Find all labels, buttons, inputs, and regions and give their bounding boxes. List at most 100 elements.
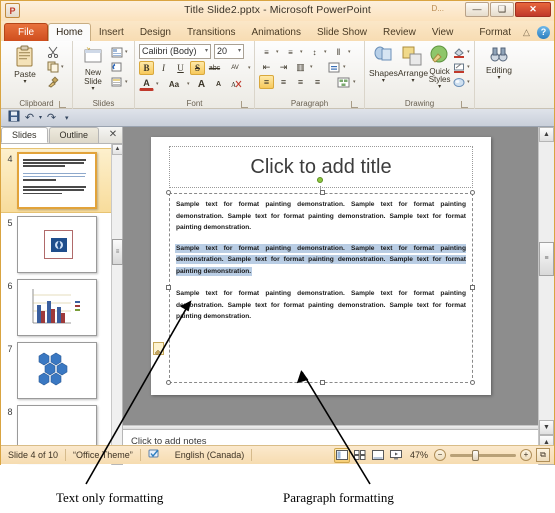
resize-handle-bottom-center[interactable]	[320, 380, 325, 385]
fit-to-window-button[interactable]: ⧉	[536, 448, 550, 462]
scroll-thumb[interactable]: ≡	[539, 242, 554, 276]
line-spacing-caret-icon[interactable]: ▾	[324, 49, 329, 55]
slide-pane-scrollbar[interactable]: ▲ ≡ ▼	[111, 144, 123, 465]
resize-handle-top-left[interactable]	[166, 190, 171, 195]
copy-button[interactable]	[45, 60, 60, 74]
slide-thumbnail-4[interactable]: 4	[1, 148, 122, 213]
theme-name[interactable]: “Office Theme”	[66, 448, 140, 463]
reset-button[interactable]	[109, 60, 124, 74]
slide-pane-scroll-up-button[interactable]: ▲	[112, 144, 123, 155]
paragraph-dialog-launcher[interactable]	[351, 101, 358, 108]
font-dialog-launcher[interactable]	[241, 101, 248, 108]
resize-handle-middle-left[interactable]	[166, 285, 171, 290]
quick-styles-caret-icon[interactable]: ▾	[438, 84, 441, 90]
slide-thumbnail-7[interactable]: 7	[1, 342, 122, 399]
tab-animations[interactable]: Animations	[244, 23, 309, 41]
strikethrough-button[interactable]: abc	[207, 61, 222, 75]
view-button-slide-show[interactable]	[388, 448, 404, 463]
tab-file[interactable]: File	[4, 23, 49, 41]
body-placeholder[interactable]: Sample text for format painting demonstr…	[169, 193, 473, 383]
tab-slide-show[interactable]: Slide Show	[309, 23, 375, 41]
numbering-caret-icon[interactable]: ▾	[300, 49, 305, 55]
paragraph-3[interactable]: Sample text for format painting demonstr…	[176, 288, 466, 323]
language-indicator[interactable]: English (Canada)	[168, 448, 252, 463]
slide-pane-scroll-thumb[interactable]: ≡	[112, 239, 123, 265]
shapes-caret-icon[interactable]: ▾	[382, 78, 385, 84]
minimize-button[interactable]: —	[465, 2, 489, 17]
bold-button[interactable]: B	[139, 61, 154, 75]
shapes-button[interactable]: Shapes ▾	[369, 43, 398, 84]
convert-to-smartart-button[interactable]	[336, 75, 351, 89]
text-direction-caret-icon[interactable]: ▾	[348, 49, 353, 55]
character-spacing-button[interactable]: AV	[224, 61, 246, 75]
smartart-caret-icon[interactable]: ▾	[353, 79, 358, 85]
cut-button[interactable]	[45, 45, 60, 59]
zoom-slider-knob[interactable]	[472, 449, 479, 461]
layout-button[interactable]	[109, 45, 124, 59]
spellcheck-status-icon[interactable]	[141, 448, 168, 463]
zoom-level-label[interactable]: 47%	[408, 448, 430, 463]
change-case-caret-icon[interactable]: ▾	[187, 81, 192, 87]
pane-tab-outline[interactable]: Outline	[48, 127, 100, 143]
undo-icon[interactable]: ↶	[23, 111, 36, 124]
shape-effects-button[interactable]	[451, 75, 466, 89]
decrease-indent-button[interactable]: ⇤	[259, 60, 274, 74]
slide-thumbnail-6[interactable]: 6	[1, 279, 122, 336]
resize-handle-bottom-left[interactable]	[166, 380, 171, 385]
paragraph-1[interactable]: Sample text for format painting demonstr…	[176, 199, 466, 234]
font-color-caret-icon[interactable]: ▾	[156, 81, 161, 87]
paragraph-2-selected[interactable]: Sample text for format painting demonstr…	[176, 243, 466, 278]
bullets-caret-icon[interactable]: ▾	[276, 49, 281, 55]
close-pane-icon[interactable]: ✕	[107, 129, 119, 141]
editing-caret-icon[interactable]: ▾	[497, 75, 500, 81]
editing-button[interactable]: Editing ▾	[479, 43, 519, 81]
view-button-slide-sorter[interactable]	[352, 448, 368, 463]
columns-button[interactable]: ▥	[293, 60, 308, 74]
character-spacing-caret-icon[interactable]: ▾	[248, 65, 253, 71]
scroll-down-button[interactable]: ▼	[539, 420, 554, 435]
arrange-caret-icon[interactable]: ▾	[411, 78, 414, 84]
shape-fill-button[interactable]	[451, 45, 466, 59]
zoom-in-button[interactable]: +	[520, 449, 532, 461]
tab-transitions[interactable]: Transitions	[179, 23, 244, 41]
section-button[interactable]	[109, 75, 124, 89]
slide-counter[interactable]: Slide 4 of 10	[1, 448, 65, 463]
view-button-normal[interactable]	[333, 447, 350, 463]
align-left-button[interactable]: ≡	[259, 75, 274, 89]
tab-view[interactable]: View	[424, 23, 462, 41]
tab-insert[interactable]: Insert	[91, 23, 132, 41]
new-slide-caret-icon[interactable]: ▾	[91, 86, 94, 92]
pane-tab-slides[interactable]: Slides	[1, 127, 48, 143]
zoom-out-button[interactable]: −	[434, 449, 446, 461]
columns-caret-icon[interactable]: ▾	[310, 64, 315, 70]
line-spacing-button[interactable]: ↕	[307, 45, 322, 59]
scroll-up-button[interactable]: ▲	[539, 127, 554, 142]
close-button[interactable]: ✕	[515, 2, 551, 17]
minimize-ribbon-icon[interactable]: △	[520, 26, 533, 39]
editor-vertical-scrollbar[interactable]: ▲ ≡ ▼ ▲ ▼	[538, 127, 554, 465]
align-center-button[interactable]: ≡	[276, 75, 291, 89]
shape-outline-button[interactable]	[451, 60, 466, 74]
paste-caret-icon[interactable]: ▾	[23, 79, 26, 85]
maximize-button[interactable]: ❑	[490, 2, 514, 17]
italic-button[interactable]: I	[156, 61, 171, 75]
quick-styles-button[interactable]: Quick Styles ▾	[428, 43, 451, 90]
underline-button[interactable]: U	[173, 61, 188, 75]
customize-qat-caret-icon[interactable]: ▾	[65, 114, 69, 122]
text-shadow-button[interactable]: S	[190, 61, 205, 75]
undo-caret-icon[interactable]: ▾	[39, 114, 42, 121]
font-name-combobox[interactable]: Calibri (Body) ▾	[139, 44, 211, 59]
align-right-button[interactable]: ≡	[293, 75, 308, 89]
justify-button[interactable]: ≡	[310, 75, 325, 89]
slide-canvas[interactable]: Click to add title Sample text for forma…	[151, 137, 491, 395]
tab-design[interactable]: Design	[132, 23, 179, 41]
view-button-reading[interactable]	[370, 448, 386, 463]
tab-home[interactable]: Home	[48, 23, 91, 41]
redo-icon[interactable]: ↷	[45, 111, 58, 124]
resize-handle-bottom-right[interactable]	[470, 380, 475, 385]
shrink-font-button[interactable]: A	[211, 77, 226, 91]
shape-outline-caret-icon[interactable]: ▾	[467, 64, 472, 70]
tab-review[interactable]: Review	[375, 23, 424, 41]
resize-handle-top-center[interactable]	[320, 190, 325, 195]
help-icon[interactable]: ?	[537, 26, 550, 39]
